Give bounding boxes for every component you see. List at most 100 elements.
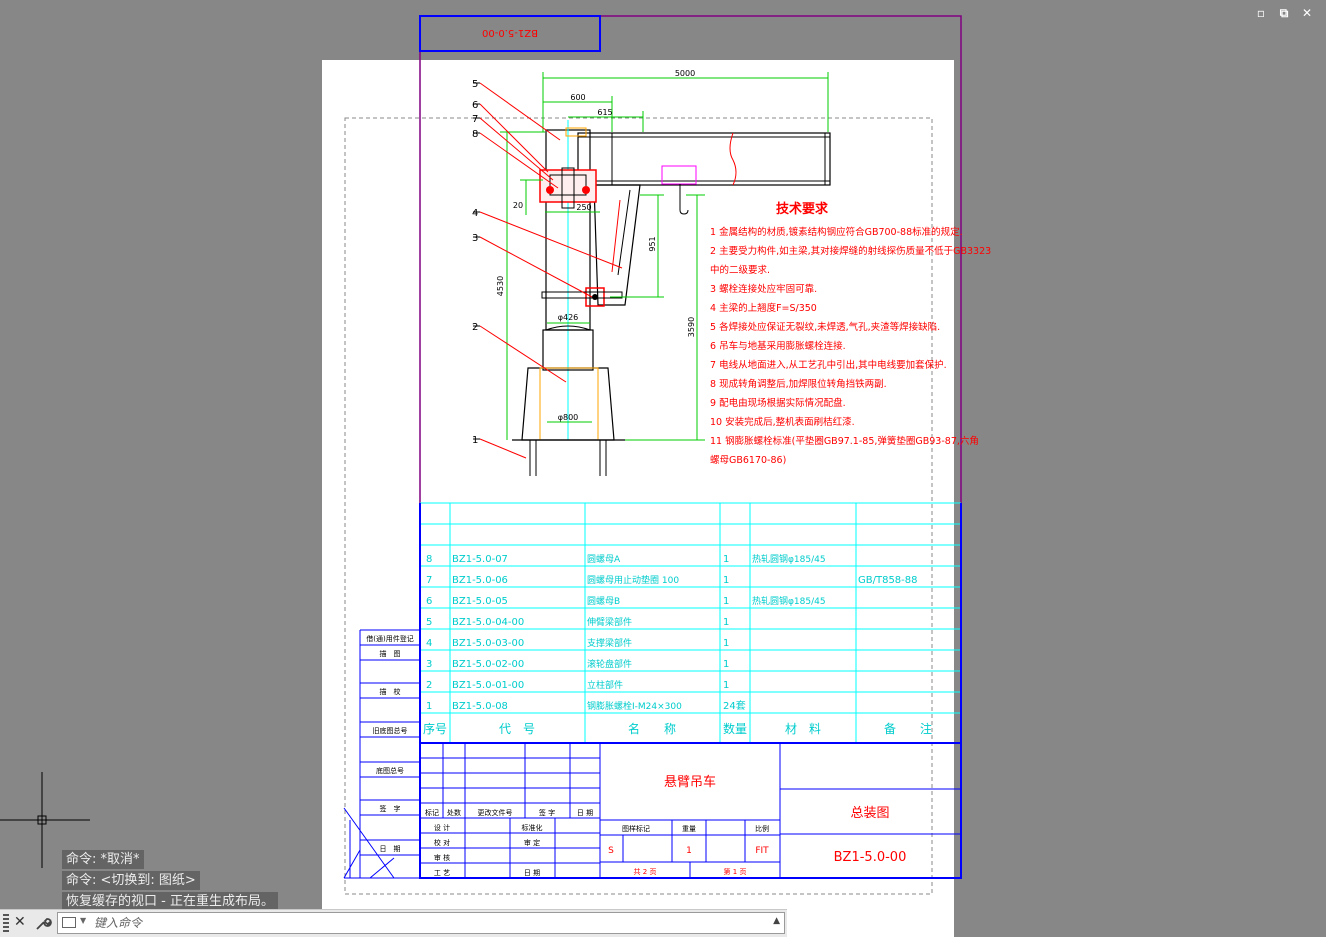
svg-text:10 安装完成后,整机表面刷桔红漆.: 10 安装完成后,整机表面刷桔红漆. <box>710 416 855 428</box>
svg-text:校 对: 校 对 <box>434 838 450 847</box>
svg-text:日 期: 日 期 <box>380 845 401 853</box>
drawing-canvas[interactable]: BZ1-5.0-00 5000 600 615 20 250 951 4530 … <box>0 0 1326 937</box>
bom-cell-name: 圆螺母A <box>587 554 621 565</box>
svg-text:3: 3 <box>472 233 478 244</box>
svg-text:8: 8 <box>472 129 478 140</box>
svg-text:更改文件号: 更改文件号 <box>478 808 513 817</box>
bom-cell-no: 5 <box>426 617 432 628</box>
bom-cell-material: 热轧圆钢φ185/45 <box>752 595 826 607</box>
drawing-title: 总装图 <box>850 806 889 821</box>
svg-text:描 图: 描 图 <box>380 649 401 658</box>
requirements-title: 技术要求 <box>776 201 829 217</box>
bom-cell-no: 4 <box>426 638 432 649</box>
bom-cell-name: 钢膨胀螺栓I-M24×300 <box>587 700 682 712</box>
bom-cell-qty: 1 <box>723 617 729 628</box>
bom-cell-code: BZ1-5.0-08 <box>452 701 508 712</box>
svg-text:2: 2 <box>472 322 478 333</box>
svg-text:4: 4 <box>472 208 478 219</box>
bom-cell-qty: 1 <box>723 596 729 607</box>
svg-text:备 注: 备 注 <box>884 721 932 736</box>
prompt-icon[interactable] <box>62 917 76 928</box>
svg-text:1: 1 <box>472 435 478 446</box>
svg-text:序号: 序号 <box>423 721 447 736</box>
bom-cell-name: 立柱部件 <box>587 679 623 691</box>
svg-text:审 核: 审 核 <box>434 853 450 862</box>
command-history-line: 命令: <切换到: 图纸> <box>62 871 200 890</box>
bom-cell-qty: 1 <box>723 659 729 670</box>
command-input[interactable] <box>94 914 764 932</box>
bom-cell-no: 1 <box>426 701 432 712</box>
top-tag-text: BZ1-5.0-00 <box>482 27 538 38</box>
svg-text:比例: 比例 <box>755 824 769 833</box>
bom-cell-code: BZ1-5.0-02-00 <box>452 659 524 670</box>
bom-cell-name: 伸臂梁部件 <box>587 616 632 628</box>
bom-cell-qty: 1 <box>723 554 729 565</box>
bom-cell-name: 滚轮盘部件 <box>587 658 632 670</box>
svg-text:20: 20 <box>513 201 523 210</box>
svg-text:7: 7 <box>472 114 478 125</box>
svg-text:5: 5 <box>472 79 478 90</box>
drawing-number: BZ1-5.0-00 <box>834 850 907 865</box>
svg-text:日 期: 日 期 <box>577 809 593 817</box>
bom-cell-code: BZ1-5.0-03-00 <box>452 638 524 649</box>
product-name: 悬臂吊车 <box>664 774 716 790</box>
bom-cell-name: 圆螺母用止动垫圈 100 <box>587 574 679 586</box>
technical-requirements: 技术要求 1 金属结构的材质,镀素结构钢应符合GB700-88标准的规定. 2 … <box>710 201 991 466</box>
bom-cell-no: 2 <box>426 680 432 691</box>
svg-text:4530: 4530 <box>496 276 505 296</box>
bom-cell-code: BZ1-5.0-01-00 <box>452 680 524 691</box>
svg-text:250: 250 <box>576 203 591 212</box>
svg-text:3590: 3590 <box>687 317 696 337</box>
bom-cell-code: BZ1-5.0-07 <box>452 554 508 565</box>
svg-text:描 校: 描 校 <box>380 687 401 696</box>
svg-text:6: 6 <box>472 100 478 111</box>
svg-text:重量: 重量 <box>682 825 696 833</box>
bom-cell-qty: 1 <box>723 575 729 586</box>
bom-cell-name: 圆螺母B <box>587 596 620 607</box>
svg-text:标记: 标记 <box>425 808 439 817</box>
svg-text:9 配电由现场根据实际情况配盘.: 9 配电由现场根据实际情况配盘. <box>710 397 846 409</box>
svg-text:S: S <box>608 846 614 856</box>
svg-text:1 金属结构的材质,镀素结构钢应符合GB700-88标准的: 1 金属结构的材质,镀素结构钢应符合GB700-88标准的规定. <box>710 226 963 238</box>
svg-text:FIT: FIT <box>755 846 769 856</box>
drag-handle[interactable] <box>3 914 9 934</box>
bom-cell-name: 支撑梁部件 <box>587 637 632 649</box>
bom-cell-no: 7 <box>426 575 432 586</box>
command-input-box[interactable]: ▼ ▲ <box>57 912 785 934</box>
svg-text:11 钢膨胀螺栓标准(平垫圈GB97.1-85,弹簧垫圈G: 11 钢膨胀螺栓标准(平垫圈GB97.1-85,弹簧垫圈GB93-87,六角 <box>710 435 979 447</box>
bom-cell-code: BZ1-5.0-04-00 <box>452 617 524 628</box>
svg-text:第 1 页: 第 1 页 <box>724 867 747 876</box>
svg-text:4 主梁的上翘度F=S/350: 4 主梁的上翘度F=S/350 <box>710 302 817 314</box>
command-line-bar: ✕ ▼ ▲ <box>0 909 787 937</box>
bom-cell-qty: 1 <box>723 638 729 649</box>
svg-text:旧底图总号: 旧底图总号 <box>373 726 408 735</box>
svg-text:2 主要受力构件,如主梁,其对接焊缝的射线探伤质量不低于G: 2 主要受力构件,如主梁,其对接焊缝的射线探伤质量不低于GB3323 <box>710 245 991 257</box>
svg-text:共 2 页: 共 2 页 <box>634 867 657 876</box>
wrench-icon[interactable] <box>34 914 52 932</box>
chevron-down-icon[interactable]: ▼ <box>80 916 86 925</box>
bom-cell-remark: GB/T858-88 <box>858 575 918 586</box>
viewport-border[interactable] <box>419 15 962 879</box>
svg-text:5000: 5000 <box>675 69 695 78</box>
bom-table: 8 BZ1-5.0-07 圆螺母A 1 热轧圆钢φ185/45 7 BZ1-5.0-06 圆螺… <box>420 502 961 744</box>
svg-text:标准化: 标准化 <box>522 823 543 832</box>
svg-text:3 螺栓连接处应牢固可靠.: 3 螺栓连接处应牢固可靠. <box>710 283 817 295</box>
svg-text:签 字: 签 字 <box>380 804 401 813</box>
svg-text:951: 951 <box>648 236 657 251</box>
close-icon[interactable]: ✕ <box>14 914 30 932</box>
svg-text:审 定: 审 定 <box>524 838 540 847</box>
command-history-line: 命令: *取消* <box>62 850 144 869</box>
svg-text:φ426: φ426 <box>558 313 579 322</box>
svg-text:1: 1 <box>686 846 692 856</box>
svg-text:日 期: 日 期 <box>524 869 540 877</box>
bom-rows: 8 BZ1-5.0-07 圆螺母A 1 热轧圆钢φ185/45 7 BZ1-5.0-06 圆螺… <box>426 553 918 712</box>
svg-text:名 称: 名 称 <box>628 721 676 736</box>
bom-cell-material: 热轧圆钢φ185/45 <box>752 553 826 565</box>
svg-text:图样标记: 图样标记 <box>622 824 650 833</box>
bom-cell-code: BZ1-5.0-05 <box>452 596 508 607</box>
svg-text:借(通)用件登记: 借(通)用件登记 <box>366 634 413 643</box>
command-history: 命令: *取消* 命令: <切换到: 图纸> 恢复缓存的视口 - 正在重生成布局… <box>62 850 278 913</box>
svg-text:615: 615 <box>597 108 612 117</box>
svg-text:5 各焊接处应保证无裂纹,未焊透,气孔,夹渣等焊接缺陷.: 5 各焊接处应保证无裂纹,未焊透,气孔,夹渣等焊接缺陷. <box>710 321 940 333</box>
chevron-up-icon[interactable]: ▲ <box>773 916 780 926</box>
